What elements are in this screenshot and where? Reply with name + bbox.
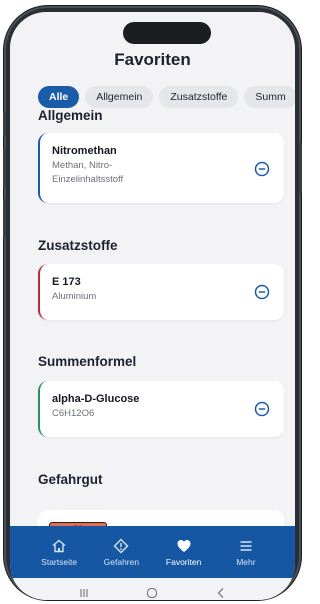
section-title-allgemein: Allgemein — [38, 108, 103, 123]
card-subtitle: Methan, Nitro- Einzelinhaltsstoff — [52, 159, 284, 187]
chip-alle[interactable]: Alle — [38, 86, 80, 108]
chip-zusatzstoffe[interactable]: Zusatzstoffe — [159, 86, 239, 108]
card-subtitle: Aluminium — [52, 291, 97, 302]
page-title: Favoriten — [114, 50, 191, 69]
camera-notch — [123, 22, 211, 44]
chip-allgemein[interactable]: Allgemein — [85, 86, 154, 108]
home-icon — [52, 539, 66, 552]
remove-favorite-icon[interactable] — [254, 401, 270, 417]
back-icon[interactable] — [214, 586, 228, 600]
app-content: Favoriten Alle Allgemein Zusatzstoffe Su… — [10, 12, 295, 600]
card-title: Nitromethan — [52, 145, 117, 157]
side-button — [3, 112, 6, 136]
bottom-tab-bar: Startseite Gefahren Favoriten Mehr — [10, 526, 295, 578]
card-subtitle: C6H12O6 — [52, 408, 95, 419]
tab-startseite[interactable]: Startseite — [31, 538, 87, 567]
tab-gefahren[interactable]: Gefahren — [93, 538, 149, 567]
favorite-card-nitromethan[interactable]: Nitromethan Methan, Nitro- Einzelinhalts… — [38, 133, 284, 203]
system-navigation-bar — [10, 578, 295, 600]
section-title-zusatzstoffe: Zusatzstoffe — [38, 238, 118, 253]
section-title-gefahrgut: Gefahrgut — [38, 472, 103, 487]
tab-label: Mehr — [236, 556, 256, 567]
home-circle-icon[interactable] — [145, 586, 159, 600]
card-title: alpha-D-Glucose — [52, 393, 140, 405]
card-subtitle-line: Methan, Nitro- — [52, 160, 113, 171]
warning-diamond-icon — [113, 538, 129, 553]
side-button — [3, 148, 6, 188]
favorite-card-e173[interactable]: E 173 Aluminium — [38, 264, 284, 320]
favorite-card-glucose[interactable]: alpha-D-Glucose C6H12O6 — [38, 381, 284, 437]
card-title: E 173 — [52, 276, 81, 288]
heart-icon — [177, 539, 191, 552]
section-title-summenformel: Summenformel — [38, 354, 137, 369]
tab-favoriten[interactable]: Favoriten — [156, 538, 212, 567]
remove-favorite-icon[interactable] — [254, 161, 270, 177]
tab-label: Favoriten — [165, 556, 202, 567]
remove-favorite-icon[interactable] — [254, 284, 270, 300]
tab-mehr[interactable]: Mehr — [218, 538, 274, 567]
menu-icon — [240, 540, 252, 551]
card-subtitle-line: Einzelinhaltsstoff — [52, 174, 124, 185]
side-button — [3, 198, 6, 238]
tab-label: Startseite — [41, 556, 78, 567]
chip-summenformel[interactable]: Summ — [244, 86, 295, 108]
tab-label: Gefahren — [103, 556, 140, 567]
filter-chips: Alle Allgemein Zusatzstoffe Summ — [38, 86, 295, 108]
power-button — [299, 142, 302, 194]
recent-apps-icon[interactable] — [77, 586, 91, 600]
